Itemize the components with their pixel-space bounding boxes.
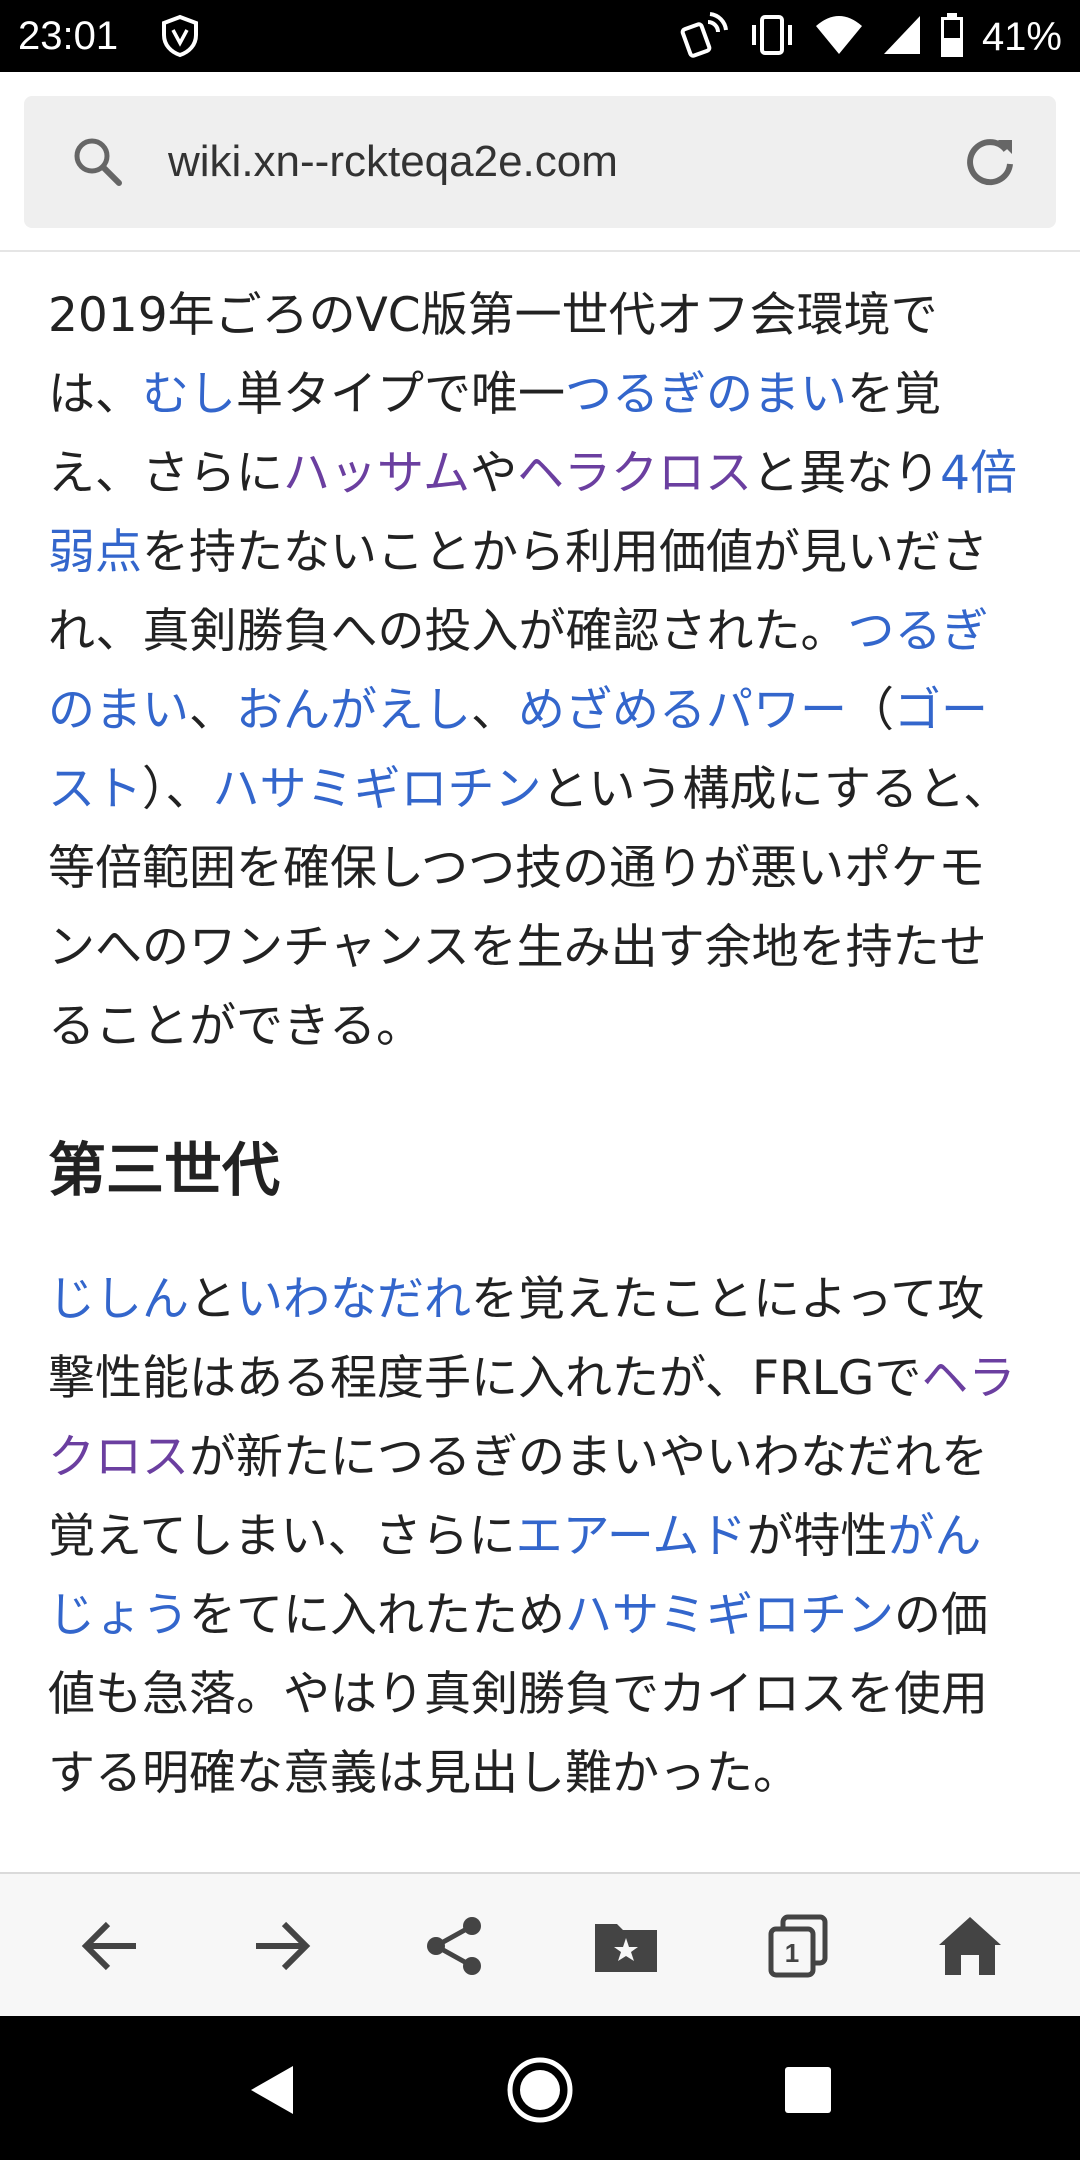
home-icon[interactable] (934, 1910, 1006, 1982)
url-text[interactable]: wiki.xn--rckteqa2e.com (168, 136, 618, 188)
article-link[interactable]: ヘラクロス (517, 446, 752, 501)
article-text: が特性 (746, 1509, 888, 1564)
back-triangle-icon[interactable] (238, 2056, 306, 2124)
article-link[interactable]: ハッサム (283, 446, 470, 501)
search-icon (70, 134, 126, 194)
article-text: や (470, 446, 518, 501)
forward-arrow-icon[interactable] (246, 1910, 318, 1982)
article-link[interactable]: じしん (48, 1272, 189, 1327)
status-icons: 41% (680, 12, 1062, 62)
bookmark-folder-icon[interactable] (590, 1910, 662, 1982)
nfc-icon (680, 12, 730, 62)
article-link[interactable]: むし (142, 367, 236, 422)
share-icon[interactable] (418, 1910, 490, 1982)
section-heading: 第三世代 (48, 1136, 281, 1204)
status-time: 23:01 (18, 14, 119, 58)
article-text: をてに入れたため (189, 1588, 565, 1643)
article-text: 、 (189, 683, 236, 738)
tab-count: 1 (785, 1938, 799, 1968)
home-circle-icon[interactable] (506, 2056, 574, 2124)
article-link[interactable]: ハサミギロチン (565, 1588, 894, 1643)
browser-top-bar: wiki.xn--rckteqa2e.com (0, 72, 1080, 252)
article-link[interactable]: つるぎのまい (565, 367, 847, 422)
article-text: と異なり (752, 446, 941, 501)
tabs-icon[interactable]: 1 (762, 1910, 834, 1982)
article-content: 2019年ごろのVC版第一世代オフ会環境では、むし単タイプで唯一つるぎのまいを覚… (48, 276, 1028, 1813)
article-text: 、 (471, 683, 518, 738)
article-paragraph: じしんといわなだれを覚えたことによって攻撃性能はある程度手に入れたが、FRLGで… (48, 1260, 1028, 1813)
browser-toolbar: 1 (0, 1872, 1080, 2018)
article-text: と (189, 1272, 236, 1327)
article-text: ）、 (142, 762, 213, 817)
signal-icon (882, 14, 922, 60)
article-link[interactable]: エアームド (516, 1509, 747, 1564)
battery-icon (940, 13, 964, 61)
recents-square-icon[interactable] (774, 2056, 842, 2124)
article-text: 単タイプで唯一 (236, 367, 565, 422)
back-arrow-icon[interactable] (74, 1910, 146, 1982)
battery-percentage: 41% (981, 15, 1062, 59)
shield-icon (160, 14, 200, 62)
article-paragraph: 2019年ごろのVC版第一世代オフ会環境では、むし単タイプで唯一つるぎのまいを覚… (48, 276, 1028, 1066)
article-link[interactable]: いわなだれ (236, 1272, 471, 1327)
url-bar[interactable]: wiki.xn--rckteqa2e.com (24, 96, 1056, 228)
article-link[interactable]: めざめるパワー (518, 683, 847, 738)
article-text: （ (847, 683, 894, 738)
vibrate-icon (748, 13, 796, 61)
status-bar: 23:01 41% (0, 0, 1080, 72)
reload-icon[interactable] (960, 132, 1020, 196)
article-link[interactable]: おんがえし (236, 683, 471, 738)
wifi-icon (814, 14, 864, 60)
article-link[interactable]: ハサミギロチン (213, 762, 542, 817)
system-nav-bar (0, 2016, 1080, 2160)
